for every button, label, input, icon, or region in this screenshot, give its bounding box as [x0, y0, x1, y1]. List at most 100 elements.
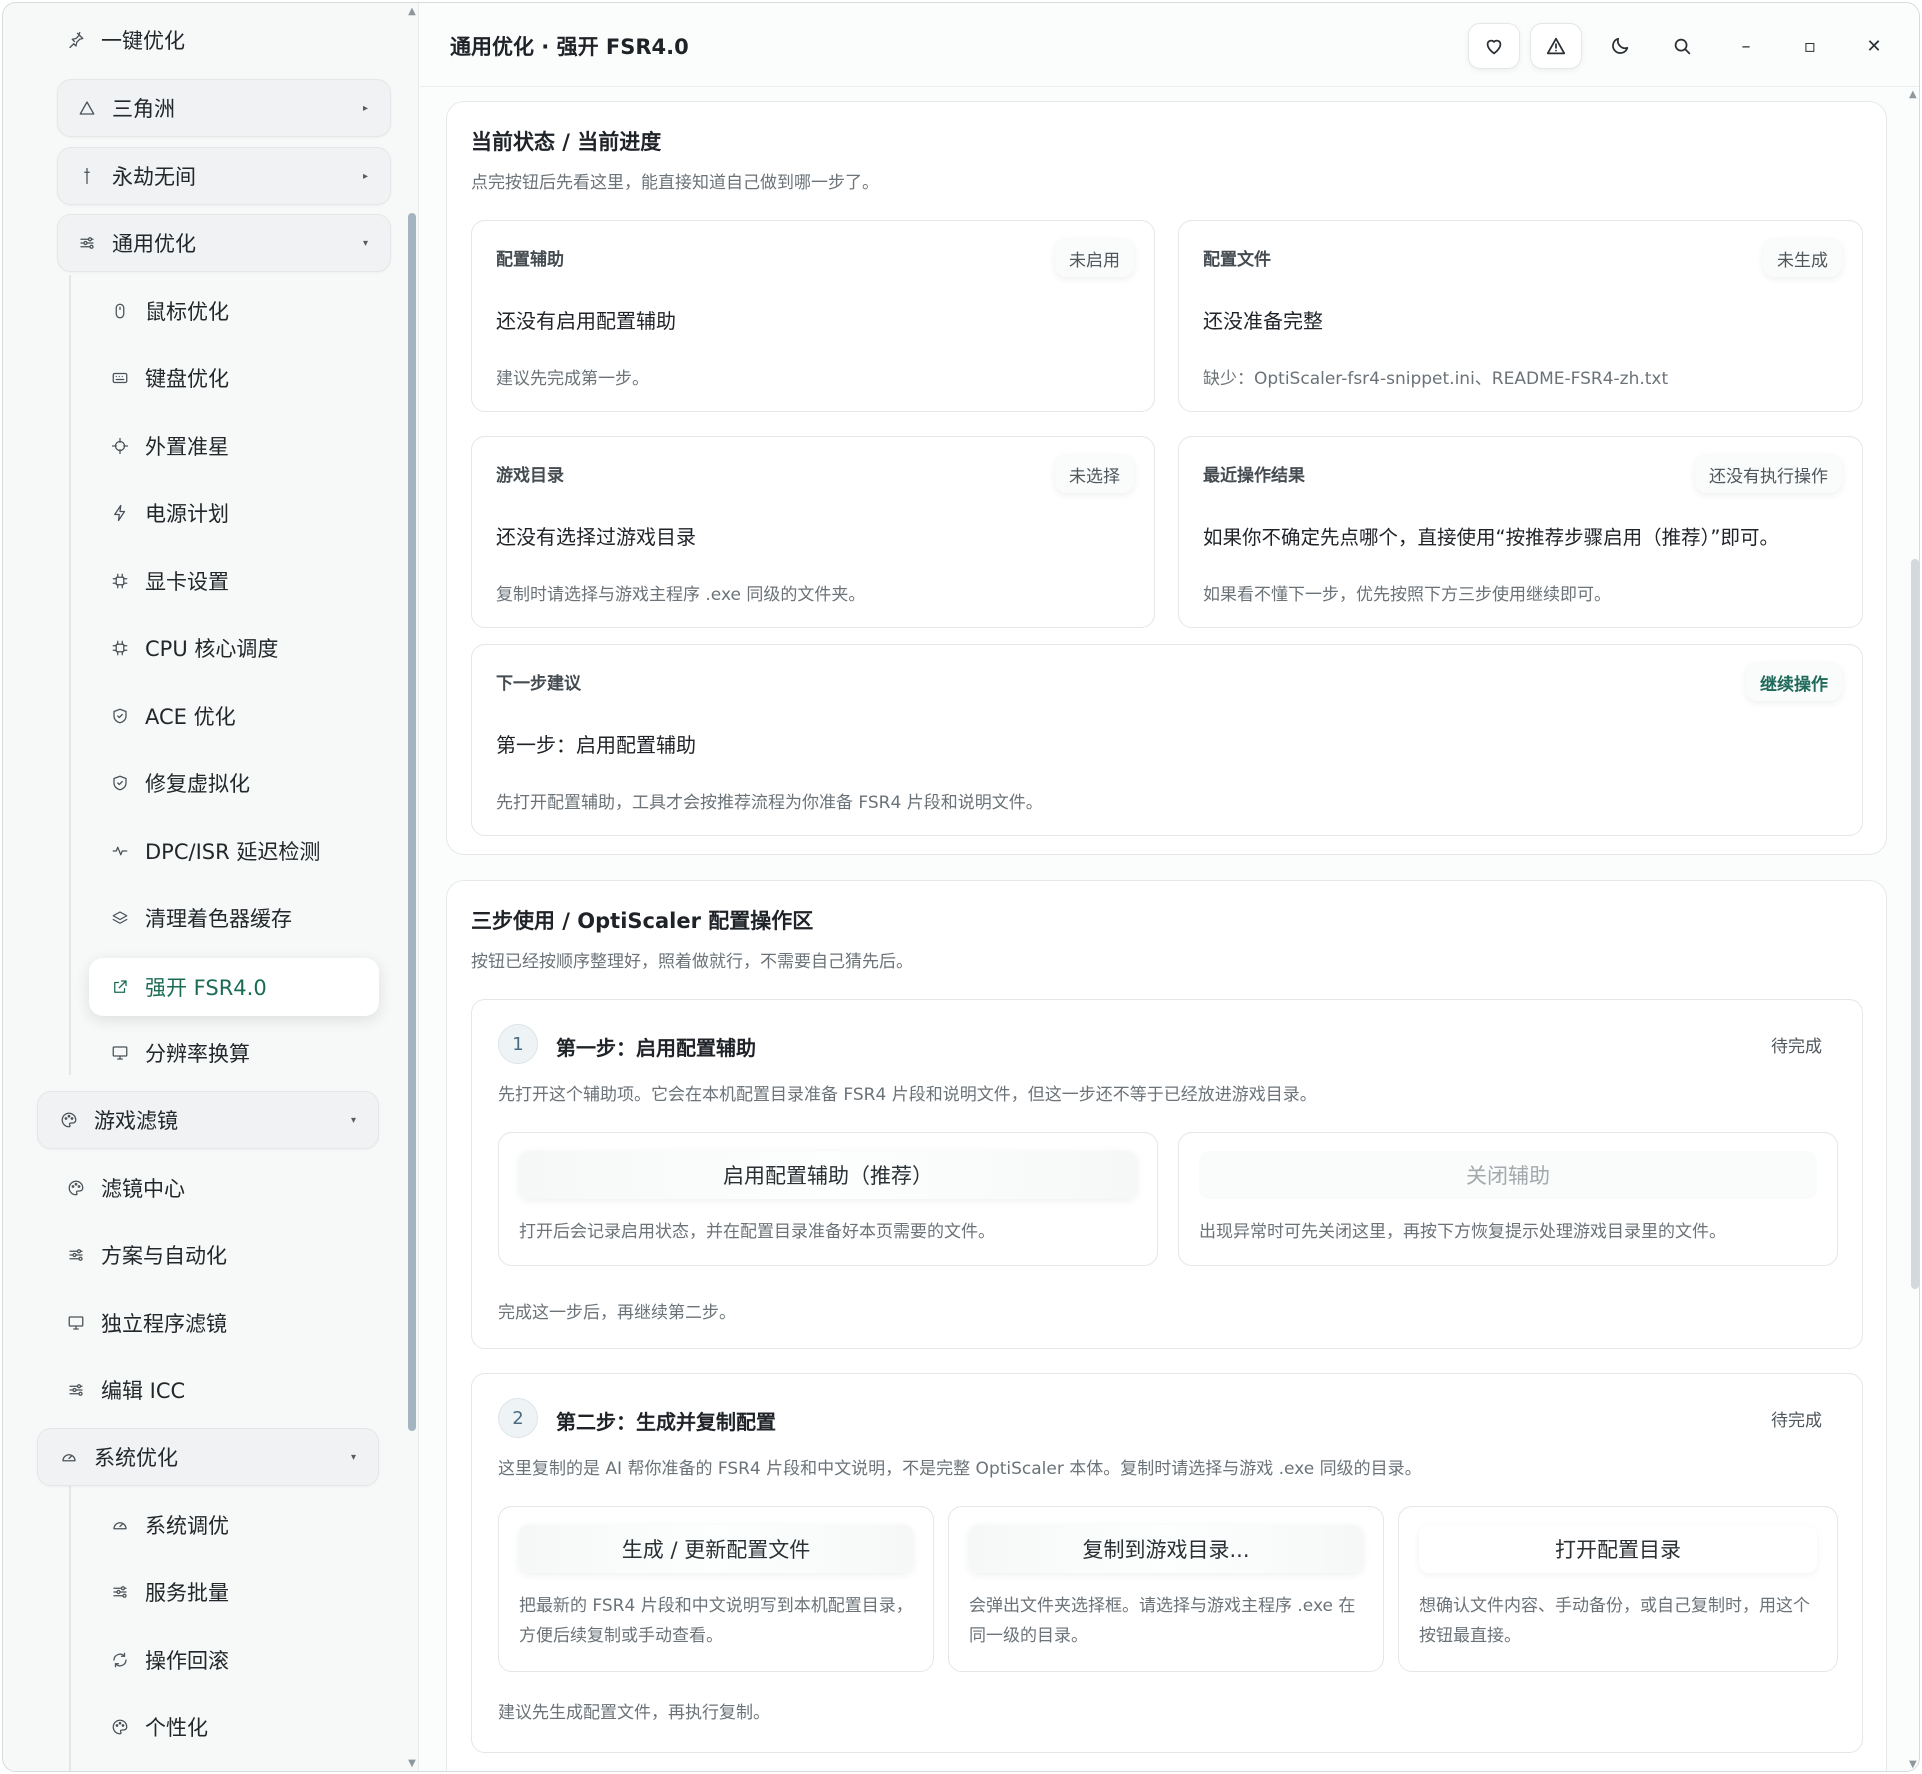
step-footer-note: 完成这一步后，再继续第二步。: [498, 1303, 736, 1323]
sidebar-item-resolution[interactable]: 分辨率换算: [109, 1037, 250, 1069]
minimize-button[interactable]: –: [1722, 23, 1770, 69]
copy-to-game-dir-button[interactable]: 复制到游戏目录...: [969, 1525, 1363, 1573]
sidebar-item-standalone-filter[interactable]: 独立程序滤镜: [65, 1307, 227, 1339]
sidebar-group-general[interactable]: 通用优化 ▾: [57, 214, 391, 272]
main-scroll-down-arrow[interactable]: ▼: [1909, 1759, 1917, 1770]
sidebar-item-label: 电源计划: [145, 502, 229, 526]
status-card-label: 最近操作结果: [1203, 466, 1305, 486]
chip-icon: [109, 637, 131, 659]
action-description: 会弹出文件夹选择框。请选择与游戏主程序 .exe 在同一级的目录。: [969, 1596, 1356, 1646]
sliders-icon: [65, 1244, 87, 1266]
monitor-icon: [109, 1042, 131, 1064]
sidebar-group-label: 通用优化: [112, 232, 196, 256]
caret-down-icon: ▾: [350, 1114, 356, 1126]
sidebar-item-label: 操作回滚: [145, 1649, 229, 1673]
sidebar-item-service-batch[interactable]: 服务批量: [109, 1576, 229, 1608]
sidebar-item-label: 修复虚拟化: [145, 772, 250, 796]
status-card-hint: 缺少：OptiScaler-fsr4-snippet.ini、README-FS…: [1203, 369, 1669, 389]
status-badge: 未选择: [1055, 455, 1134, 493]
sidebar-scroll-up-arrow[interactable]: ▲: [407, 7, 417, 17]
sidebar-item-filter-center[interactable]: 滤镜中心: [65, 1172, 185, 1204]
sidebar-item-gpu[interactable]: 显卡设置: [109, 565, 229, 597]
sword-icon: [76, 165, 98, 187]
action-box-open-dir: 打开配置目录 想确认文件内容、手动备份，或自己复制时，用这个按钮最直接。: [1398, 1506, 1838, 1672]
main-scrollbar-thumb[interactable]: [1911, 559, 1919, 1289]
close-icon: ✕: [1866, 35, 1882, 57]
sidebar-item-keyboard[interactable]: 键盘优化: [109, 362, 229, 394]
sidebar-item-label: 服务批量: [145, 1581, 229, 1605]
warning-button[interactable]: [1530, 23, 1582, 69]
sidebar-group-naraka[interactable]: 永劫无间 ▸: [57, 147, 391, 205]
refresh-icon: [109, 1649, 131, 1671]
close-button[interactable]: ✕: [1850, 23, 1898, 69]
sidebar-group-label: 游戏滤镜: [94, 1109, 178, 1133]
status-card-next-step: 下一步建议 继续操作 第一步：启用配置辅助 先打开配置辅助，工具才会按推荐流程为…: [471, 644, 1863, 836]
sidebar-item-rollback[interactable]: 操作回滚: [109, 1644, 229, 1676]
enable-helper-button[interactable]: 启用配置辅助（推荐）: [519, 1151, 1137, 1199]
warning-icon: [1546, 37, 1566, 55]
step-2-card: 2 第二步：生成并复制配置 待完成 这里复制的是 AI 帮你准备的 FSR4 片…: [471, 1373, 1863, 1753]
sidebar-scrollbar-thumb[interactable]: [408, 213, 416, 1431]
sidebar-item-cpu-schedule[interactable]: CPU 核心调度: [109, 632, 278, 664]
step-number: 2: [498, 1398, 538, 1438]
continue-button[interactable]: 继续操作: [1746, 663, 1842, 701]
caret-down-icon: ▾: [350, 1451, 356, 1463]
gauge-icon: [109, 1514, 131, 1536]
sidebar-item-dpc-isr[interactable]: DPC/ISR 延迟检测: [109, 835, 320, 867]
status-panel-subtitle: 点完按钮后先看这里，能直接知道自己做到哪一步了。: [471, 173, 879, 193]
sidebar-item-ace[interactable]: ACE 优化: [109, 700, 236, 732]
sidebar-item-label: 显卡设置: [145, 570, 229, 594]
sidebar-item-label: 系统调优: [145, 1514, 229, 1538]
sidebar-item-fsr4[interactable]: 强开 FSR4.0: [89, 958, 379, 1016]
sidebar-group-system[interactable]: 系统优化 ▾: [37, 1428, 379, 1486]
status-panel: 当前状态 / 当前进度 点完按钮后先看这里，能直接知道自己做到哪一步了。 配置辅…: [446, 101, 1887, 855]
status-card-value: 还没有选择过游戏目录: [496, 525, 696, 549]
sidebar-group-delta[interactable]: 三角洲 ▸: [57, 79, 391, 137]
search-icon: [1674, 38, 1691, 55]
moon-icon: [1612, 37, 1629, 54]
main-scroll-up-arrow[interactable]: ▲: [1909, 89, 1917, 100]
sidebar-item-shader-cache[interactable]: 清理着色器缓存: [109, 902, 292, 934]
status-card-game-dir: 游戏目录 未选择 还没有选择过游戏目录 复制时请选择与游戏主程序 .exe 同级…: [471, 436, 1155, 628]
status-card-hint: 如果看不懂下一步，优先按照下方三步使用继续即可。: [1203, 585, 1611, 605]
sidebar-item-presets-automation[interactable]: 方案与自动化: [65, 1239, 227, 1271]
theme-toggle-button[interactable]: [1594, 23, 1646, 69]
sidebar-item-system-tuning[interactable]: 系统调优: [109, 1509, 229, 1541]
sidebar-item-edit-icc[interactable]: 编辑 ICC: [65, 1374, 185, 1406]
sidebar-group-game-filter[interactable]: 游戏滤镜 ▾: [37, 1091, 379, 1149]
sidebar-item-one-click-optimize[interactable]: 一键优化: [65, 25, 185, 55]
sidebar-item-label: CPU 核心调度: [145, 637, 279, 661]
page-title: 通用优化 · 强开 FSR4.0: [450, 35, 689, 59]
action-box-generate: 生成 / 更新配置文件 把最新的 FSR4 片段和中文说明写到本机配置目录，方便…: [498, 1506, 934, 1672]
sidebar-item-fix-virtualization[interactable]: 修复虚拟化: [109, 767, 250, 799]
status-card-label: 下一步建议: [496, 674, 581, 694]
status-card-last-result: 最近操作结果 还没有执行操作 如果你不确定先点哪个，直接使用“按推荐步骤启用（推…: [1178, 436, 1863, 628]
status-card-value: 如果你不确定先点哪个，直接使用“按推荐步骤启用（推荐）”即可。: [1203, 526, 1779, 549]
sliders-icon: [76, 232, 98, 254]
sidebar-item-label: 键盘优化: [145, 367, 229, 391]
sidebar-item-label: 一键优化: [101, 29, 185, 53]
open-config-dir-button[interactable]: 打开配置目录: [1419, 1525, 1817, 1573]
sidebar-group-label: 三角洲: [112, 97, 175, 121]
sidebar-item-personalize[interactable]: 个性化: [109, 1711, 208, 1743]
crosshair-icon: [109, 435, 131, 457]
sidebar-group-label: 系统优化: [94, 1446, 178, 1470]
maximize-icon: ▫: [1803, 35, 1817, 57]
search-button[interactable]: [1656, 23, 1708, 69]
sidebar-item-label: 独立程序滤镜: [101, 1312, 227, 1336]
layers-icon: [109, 907, 131, 929]
sidebar-scroll-down-arrow[interactable]: ▼: [407, 1759, 417, 1769]
pulse-icon: [109, 840, 131, 862]
favorite-button[interactable]: [1468, 23, 1520, 69]
sidebar-item-crosshair[interactable]: 外置准星: [109, 430, 229, 462]
caret-right-icon: ▸: [362, 170, 368, 182]
palette-icon: [109, 1716, 131, 1738]
maximize-button[interactable]: ▫: [1786, 23, 1834, 69]
step-status: 待完成: [1771, 1411, 1822, 1431]
caret-down-icon: ▾: [362, 237, 368, 249]
monitor-icon: [65, 1312, 87, 1334]
sidebar-item-mouse[interactable]: 鼠标优化: [109, 295, 229, 327]
disable-helper-button[interactable]: 关闭辅助: [1199, 1151, 1817, 1199]
sidebar-item-power-plan[interactable]: 电源计划: [109, 497, 229, 529]
generate-config-button[interactable]: 生成 / 更新配置文件: [519, 1525, 913, 1573]
